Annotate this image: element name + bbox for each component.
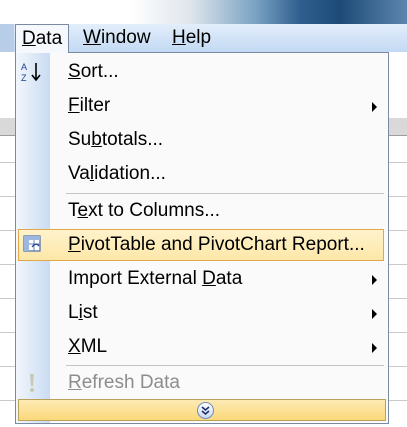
menu-item-label: List (68, 302, 98, 323)
menu-item-label: Sort... (68, 61, 119, 82)
menu-item-sort[interactable]: A Z Sort... (17, 55, 387, 89)
menu-item-pivottable-report[interactable]: PivotTable and PivotChart Report... (17, 228, 387, 262)
pivottable-icon (22, 233, 46, 257)
menu-item-label: PivotTable and PivotChart Report... (68, 234, 365, 255)
menu-item-filter[interactable]: Filter (17, 89, 387, 123)
menu-item-label: Refresh Data (68, 372, 180, 393)
data-dropdown-menu: A Z Sort... Filter Subtotals... Validati… (15, 52, 389, 424)
expand-menu-bar[interactable] (18, 399, 386, 421)
column-header-strip (388, 118, 407, 136)
menu-data[interactable]: Data (15, 24, 70, 53)
menu-item-label: Text to Columns... (68, 200, 221, 221)
menu-item-label: Filter (68, 95, 111, 116)
menu-item-label: Import External Data (68, 268, 243, 289)
submenu-arrow-icon (372, 309, 377, 319)
menu-bar: Data Window Help (0, 24, 407, 53)
menu-item-list[interactable]: List (17, 296, 387, 330)
menu-window[interactable]: Window (77, 24, 157, 52)
menu-item-import-external-data[interactable]: Import External Data (17, 262, 387, 296)
title-band (0, 0, 407, 24)
svg-text:Z: Z (21, 73, 27, 83)
menu-item-label: Subtotals... (68, 129, 164, 150)
menubar-edge (0, 24, 14, 52)
menu-item-refresh-data: Refresh Data (17, 366, 387, 400)
menu-item-subtotals[interactable]: Subtotals... (17, 123, 387, 157)
menu-item-label: Validation... (68, 163, 166, 184)
submenu-arrow-icon (372, 275, 377, 285)
submenu-arrow-icon (372, 102, 377, 112)
menu-item-text-to-columns[interactable]: Text to Columns... (17, 194, 387, 228)
menu-item-validation[interactable]: Validation... (17, 157, 387, 191)
sort-ascending-icon: A Z (20, 60, 44, 84)
menu-item-xml[interactable]: XML (17, 330, 387, 364)
double-chevron-down-icon[interactable] (197, 402, 214, 419)
svg-text:A: A (21, 62, 27, 72)
menu-item-label: XML (68, 336, 108, 357)
submenu-arrow-icon (372, 343, 377, 353)
menu-help[interactable]: Help (166, 24, 217, 52)
sheet-background-right (388, 52, 407, 427)
refresh-exclamation-icon (24, 371, 48, 395)
